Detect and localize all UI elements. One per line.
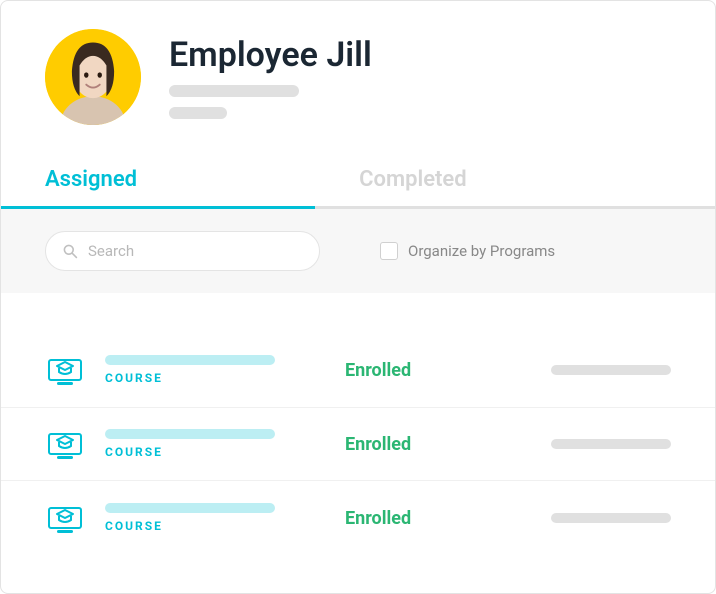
course-icon <box>45 350 85 390</box>
organize-label: Organize by Programs <box>408 242 555 260</box>
meta-placeholder <box>551 513 671 523</box>
employee-courses-card: Employee Jill Assigned Completed Organiz… <box>0 0 716 594</box>
header: Employee Jill <box>1 1 715 139</box>
course-title-col: COURSE <box>105 355 325 385</box>
organize-wrap: Organize by Programs <box>380 242 555 260</box>
course-type-label: COURSE <box>105 445 325 459</box>
tab-assigned[interactable]: Assigned <box>1 151 315 206</box>
course-title-placeholder <box>105 355 275 365</box>
course-icon <box>45 424 85 464</box>
course-row[interactable]: COURSE Enrolled <box>1 407 715 481</box>
status-label: Enrolled <box>345 508 505 529</box>
course-icon <box>45 498 85 538</box>
course-title-col: COURSE <box>105 429 325 459</box>
course-title-col: COURSE <box>105 503 325 533</box>
meta-placeholder <box>551 365 671 375</box>
search-icon <box>62 243 78 259</box>
avatar <box>45 29 141 125</box>
name-block: Employee Jill <box>169 35 372 119</box>
course-title-placeholder <box>105 503 275 513</box>
course-list: COURSE Enrolled COURSE Enrolled <box>1 293 715 593</box>
tab-completed[interactable]: Completed <box>315 151 629 206</box>
employee-name: Employee Jill <box>169 35 372 75</box>
search-input[interactable] <box>88 242 303 260</box>
course-row[interactable]: COURSE Enrolled <box>1 333 715 407</box>
course-row[interactable]: COURSE Enrolled <box>1 481 715 555</box>
course-type-label: COURSE <box>105 519 325 533</box>
organize-checkbox[interactable] <box>380 242 398 260</box>
tabs: Assigned Completed <box>1 151 715 209</box>
course-title-placeholder <box>105 429 275 439</box>
search-bar: Organize by Programs <box>1 209 715 293</box>
meta-placeholder <box>551 439 671 449</box>
course-type-label: COURSE <box>105 371 325 385</box>
status-label: Enrolled <box>345 360 505 381</box>
status-label: Enrolled <box>345 434 505 455</box>
subtitle-placeholder-2 <box>169 107 227 119</box>
search-wrap <box>45 231 320 271</box>
subtitle-placeholder <box>169 85 299 97</box>
